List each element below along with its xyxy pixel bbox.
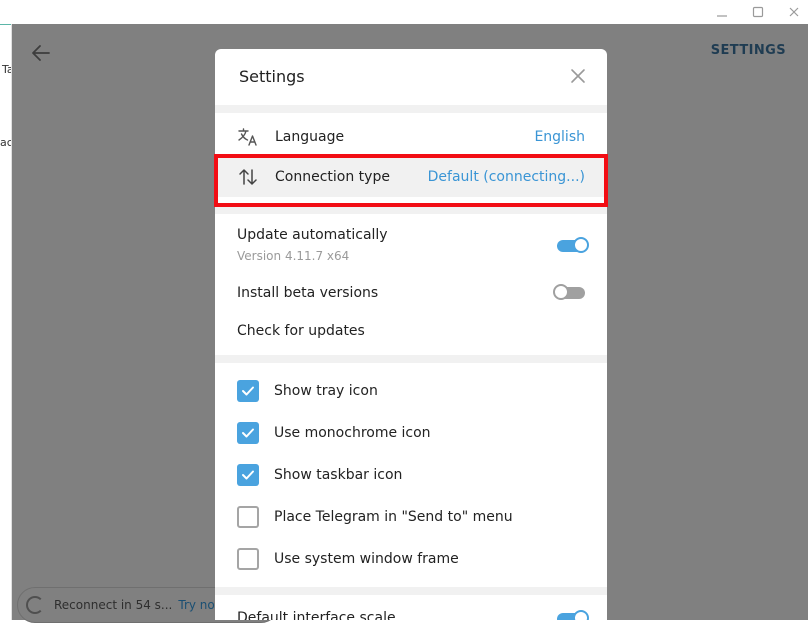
dialog-title: Settings [239, 67, 305, 86]
back-arrow-icon[interactable] [30, 42, 52, 64]
checkbox-label: Place Telegram in "Send to" menu [274, 509, 513, 525]
checkmark-icon [237, 380, 259, 402]
toggle-knob [573, 610, 589, 620]
section-divider [215, 105, 607, 113]
arrows-up-down-icon [237, 166, 259, 188]
send-to-menu-checkbox[interactable]: Place Telegram in "Send to" menu [237, 506, 513, 528]
checkbox-box [237, 548, 259, 570]
install-beta-toggle[interactable] [553, 284, 585, 300]
checkbox-box [237, 506, 259, 528]
chat-list-fragment: ac [0, 136, 12, 149]
section-divider [215, 587, 607, 595]
minimize-icon[interactable] [704, 0, 740, 24]
page-title: SETTINGS [710, 43, 786, 58]
maximize-icon[interactable] [740, 0, 776, 24]
show-taskbar-icon-checkbox[interactable]: Show taskbar icon [237, 464, 402, 486]
checkmark-icon [237, 464, 259, 486]
language-row[interactable]: Language English [215, 117, 607, 157]
section-divider [215, 355, 607, 363]
close-icon[interactable] [569, 67, 587, 85]
translate-icon [237, 126, 259, 148]
window-title-bar [0, 0, 808, 25]
language-value[interactable]: English [534, 129, 585, 145]
close-icon[interactable] [776, 0, 808, 24]
toggle-knob [553, 284, 569, 300]
reconnect-text: Reconnect in 54 s... [54, 598, 173, 612]
checkmark-icon [237, 422, 259, 444]
divider [0, 24, 11, 25]
checkbox-label: Show taskbar icon [274, 467, 403, 483]
connection-type-value[interactable]: Default (connecting...) [428, 169, 585, 185]
system-window-frame-checkbox[interactable]: Use system window frame [237, 548, 459, 570]
checkbox-label: Use system window frame [274, 551, 459, 567]
show-tray-icon-checkbox[interactable]: Show tray icon [237, 380, 378, 402]
loading-spinner-icon [26, 596, 44, 614]
connection-type-row[interactable]: Connection type Default (connecting...) [215, 157, 607, 197]
version-text: Version 4.11.7 x64 [237, 249, 350, 263]
interface-scale-toggle[interactable] [557, 610, 589, 620]
section-divider [215, 206, 607, 214]
checkbox-label: Show tray icon [274, 383, 378, 399]
install-beta-label: Install beta versions [237, 285, 379, 301]
check-for-updates-button[interactable]: Check for updates [237, 323, 365, 339]
update-automatically-toggle[interactable] [557, 237, 589, 253]
toggle-knob [573, 237, 589, 253]
chat-list-fragment: Ta [2, 63, 11, 76]
update-automatically-label: Update automatically [237, 227, 388, 243]
chat-list-strip: Ta ac [0, 24, 12, 620]
dialog-header: Settings [215, 49, 607, 105]
connection-type-label: Connection type [275, 169, 390, 185]
checkbox-label: Use monochrome icon [274, 425, 431, 441]
use-monochrome-icon-checkbox[interactable]: Use monochrome icon [237, 422, 431, 444]
language-label: Language [275, 129, 345, 145]
interface-scale-label: Default interface scale [237, 610, 396, 620]
settings-dialog: Settings Language English Connection typ… [215, 49, 607, 620]
